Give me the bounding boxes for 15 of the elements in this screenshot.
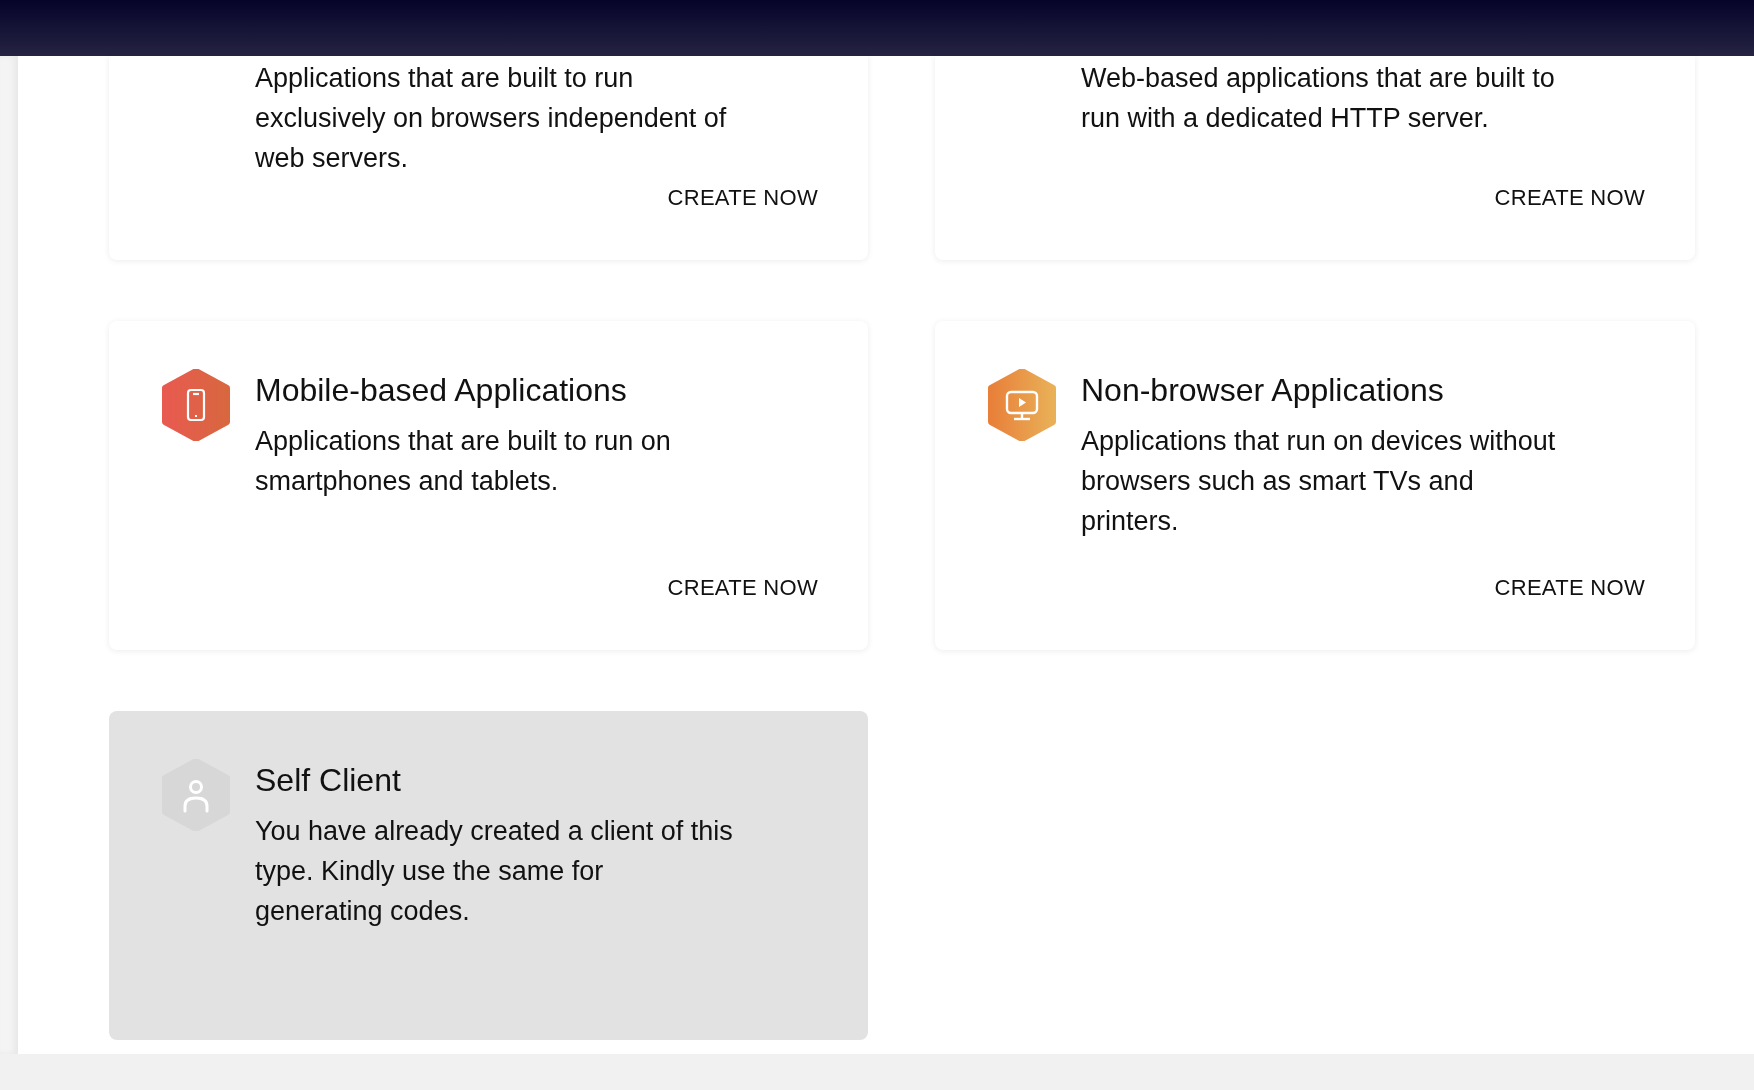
create-now-link[interactable]: CREATE NOW (1494, 571, 1645, 604)
person-icon (161, 759, 231, 831)
card-description: Applications that run on devices without browsers such as smart TVs and printers. (1081, 425, 1557, 538)
card-description: Applications that are built to run exclusively on browsers independent of web servers. (255, 62, 728, 175)
smartphone-icon (161, 369, 231, 441)
card-description: Applications that are built to run on smartphones and tablets. (255, 425, 672, 498)
card-title: Self Client (255, 761, 402, 800)
card-title: Non-browser Applications (1081, 371, 1445, 410)
monitor-play-icon (987, 369, 1057, 441)
card-description: You have already created a client of this type. Kindly use the same for generating codes. (255, 815, 734, 928)
create-now-link[interactable]: CREATE NOW (667, 181, 818, 214)
create-now-link[interactable]: CREATE NOW (667, 571, 818, 604)
card-title: Mobile-based Applications (255, 371, 628, 410)
card-description: Web-based applications that are built to run with a dedicated HTTP server. (1081, 62, 1556, 135)
create-now-link[interactable]: CREATE NOW (1494, 181, 1645, 214)
